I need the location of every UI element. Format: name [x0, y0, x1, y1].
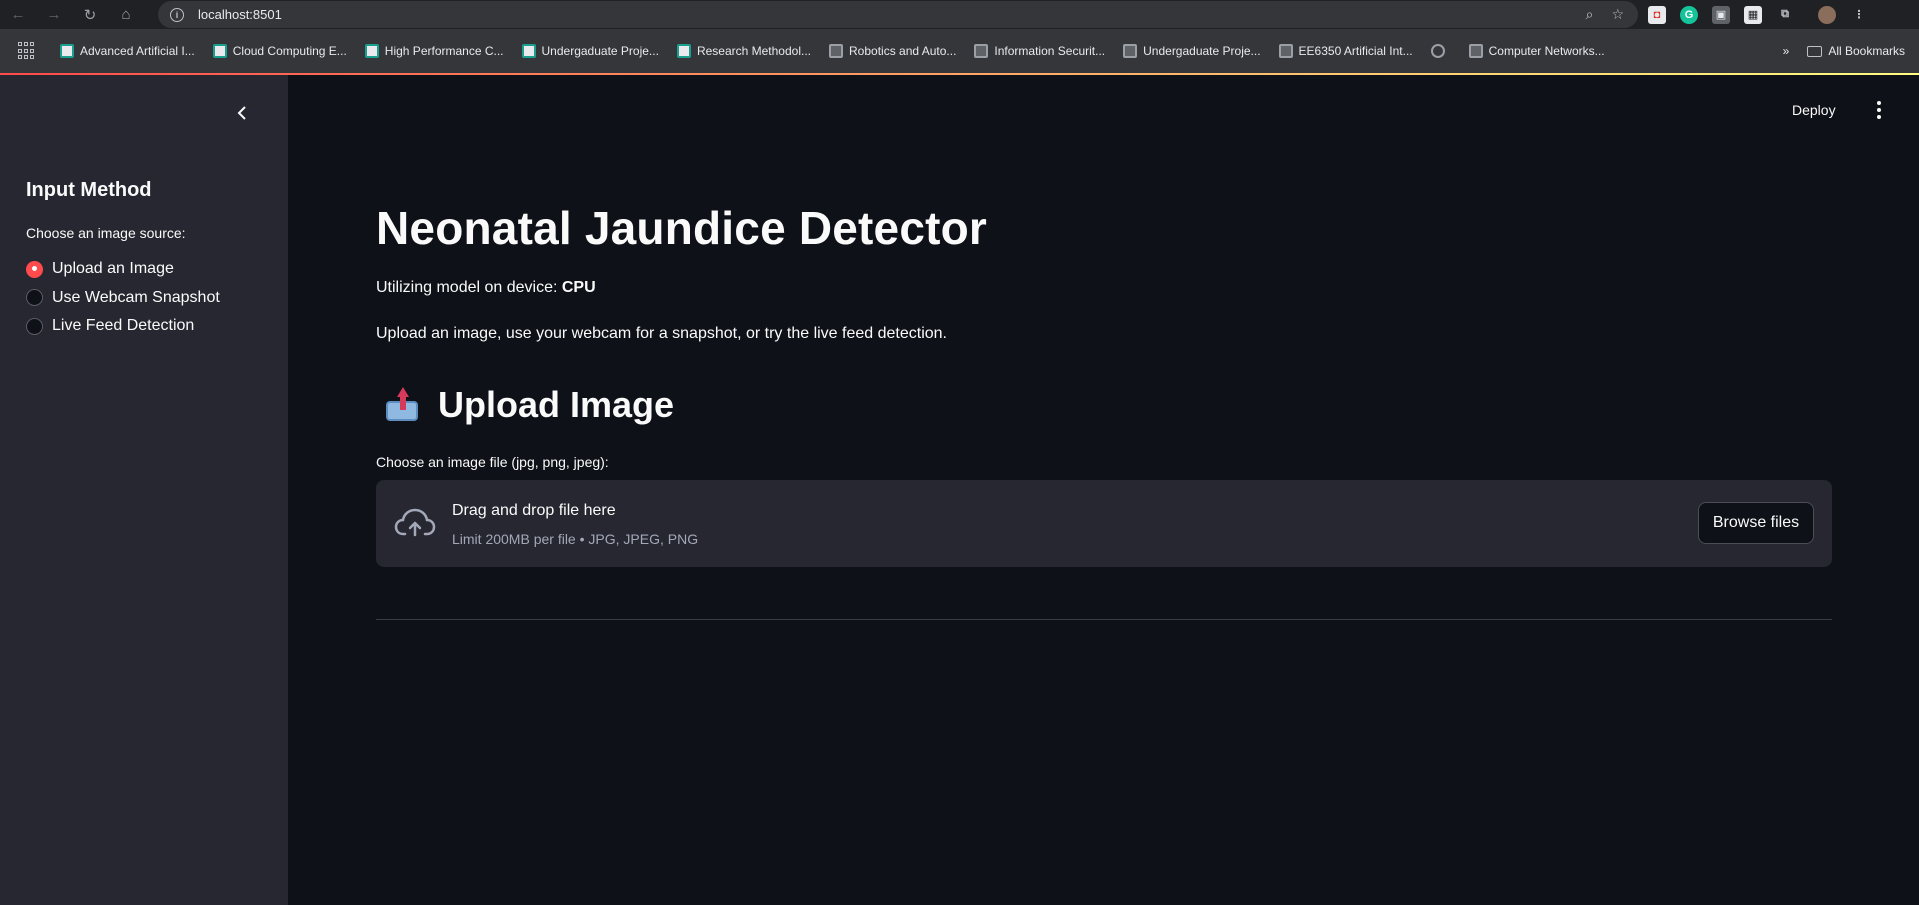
bookmark-item[interactable]: Undergaduate Proje...	[1123, 39, 1261, 63]
bookmark-favicon-icon	[521, 44, 536, 58]
section-header: Upload Image	[376, 384, 674, 426]
page-description: Upload an image, use your webcam for a s…	[376, 325, 947, 342]
sidebar-title: Input Method	[26, 179, 152, 201]
bookmark-item[interactable]: High Performance C...	[364, 39, 504, 63]
bookmark-favicon-icon	[1468, 44, 1483, 58]
browser-chrome: ← → ↻ ⌂ i localhost:8501 ⌕ ☆ ◘ G ▣ ▦ ⧉ ⋮…	[0, 0, 1919, 73]
radio-webcam-snapshot[interactable]: Use Webcam Snapshot	[26, 284, 220, 313]
radio-selected-icon	[26, 260, 43, 278]
all-bookmarks-button[interactable]: All Bookmarks	[1807, 44, 1905, 58]
browse-files-button[interactable]: Browse files	[1698, 502, 1814, 544]
bookmark-favicon-icon	[1123, 44, 1138, 58]
file-uploader-label: Choose an image file (jpg, png, jpeg):	[376, 454, 609, 470]
main-content: Deploy Neonatal Jaundice Detector Utiliz…	[288, 75, 1919, 905]
bookmark-favicon-icon	[676, 44, 691, 58]
main-menu-icon[interactable]	[1874, 99, 1884, 121]
device-value: CPU	[561, 279, 596, 296]
bookmark-favicon-icon	[364, 44, 379, 58]
globe-icon	[1430, 44, 1445, 58]
bookmarks-bar: Advanced Artificial I... Cloud Computing…	[0, 29, 1919, 73]
outbox-tray-icon	[384, 387, 420, 423]
radio-unselected-icon	[26, 317, 43, 335]
section-title: Upload Image	[438, 384, 675, 425]
browser-menu-icon[interactable]: ⋮	[1850, 6, 1868, 24]
device-info: Utilizing model on device: CPU	[376, 279, 596, 296]
bookmark-item[interactable]: Undergaduate Proje...	[521, 39, 659, 63]
browser-toolbar: ← → ↻ ⌂ i localhost:8501 ⌕ ☆ ◘ G ▣ ▦ ⧉ ⋮	[0, 0, 1919, 29]
bookmark-globe-item[interactable]	[1430, 39, 1451, 63]
page-title: Neonatal Jaundice Detector	[376, 202, 988, 254]
radio-upload-image[interactable]: Upload an Image	[26, 255, 220, 284]
bookmark-item[interactable]: Cloud Computing E...	[212, 39, 347, 63]
bookmark-item[interactable]: Information Securit...	[974, 39, 1105, 63]
bookmark-item[interactable]: Robotics and Auto...	[829, 39, 956, 63]
bookmark-item[interactable]: Research Methodol...	[676, 39, 811, 63]
forward-icon[interactable]: →	[36, 0, 72, 29]
apps-grid-icon[interactable]	[18, 42, 36, 60]
qr-code-extension-icon[interactable]: ▦	[1744, 5, 1762, 24]
home-icon[interactable]: ⌂	[108, 0, 144, 29]
reload-icon[interactable]: ↻	[72, 0, 108, 29]
cloud-upload-icon	[394, 508, 436, 537]
collapse-sidebar-icon[interactable]	[232, 103, 252, 123]
image-source-radio-group: Upload an Image Use Webcam Snapshot Live…	[26, 255, 220, 341]
address-bar[interactable]: i localhost:8501 ⌕ ☆	[158, 1, 1638, 28]
bookmark-item[interactable]: Advanced Artificial I...	[60, 39, 195, 63]
bookmark-favicon-icon	[974, 44, 989, 58]
bookmarks-overflow-icon[interactable]: »	[1783, 44, 1790, 58]
grammarly-extension-icon[interactable]: G	[1680, 5, 1698, 24]
divider	[376, 619, 1832, 620]
bookmark-favicon-icon	[1278, 44, 1293, 58]
pocket-extension-icon[interactable]: ◘	[1648, 5, 1666, 24]
radio-group-label: Choose an image source:	[26, 225, 186, 241]
extension-icon[interactable]: ▣	[1712, 5, 1730, 24]
url-text: localhost:8501	[198, 7, 282, 22]
bookmark-favicon-icon	[60, 44, 74, 58]
bookmark-favicon-icon	[212, 44, 227, 58]
dropzone-title: Drag and drop file here	[452, 502, 616, 519]
file-dropzone[interactable]: Drag and drop file here Limit 200MB per …	[376, 480, 1832, 567]
folder-icon	[1807, 46, 1823, 58]
dropzone-limits: Limit 200MB per file • JPG, JPEG, PNG	[452, 531, 699, 547]
zoom-icon[interactable]: ⌕	[1586, 6, 1594, 23]
profile-avatar[interactable]	[1818, 5, 1836, 24]
bookmark-star-icon[interactable]: ☆	[1611, 6, 1624, 23]
site-info-icon[interactable]: i	[170, 7, 184, 22]
radio-live-feed[interactable]: Live Feed Detection	[26, 312, 220, 341]
back-icon[interactable]: ←	[0, 0, 36, 29]
extensions-area: ◘ G ▣ ▦ ⧉ ⋮	[1648, 0, 1868, 29]
deploy-button[interactable]: Deploy	[1792, 102, 1836, 118]
sidebar: Input Method Choose an image source: Upl…	[0, 75, 288, 905]
bookmark-item[interactable]: Computer Networks...	[1468, 39, 1605, 63]
bookmark-favicon-icon	[829, 44, 843, 58]
radio-unselected-icon	[26, 289, 43, 307]
bookmark-item[interactable]: EE6350 Artificial Int...	[1278, 39, 1413, 63]
extensions-puzzle-icon[interactable]: ⧉	[1776, 6, 1794, 24]
